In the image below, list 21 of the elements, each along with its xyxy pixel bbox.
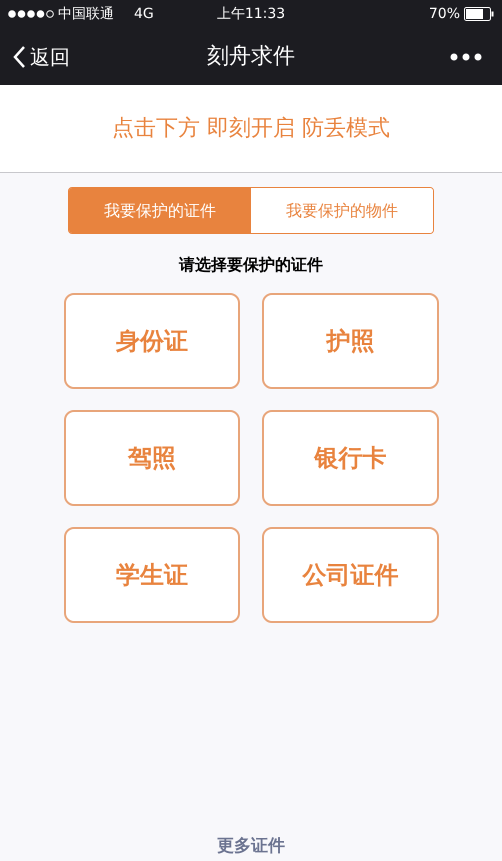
battery-icon — [464, 7, 494, 21]
clock-time: 上午11:33 — [216, 4, 286, 24]
chevron-left-icon — [12, 44, 26, 68]
battery-percent: 70% — [428, 4, 460, 24]
document-option[interactable]: 公司证件 — [262, 527, 438, 623]
carrier-name: 中国联通 — [58, 4, 114, 24]
document-option[interactable]: 身份证 — [64, 293, 240, 389]
tab[interactable]: 我要保护的证件 — [69, 188, 251, 233]
prompt-text: 请选择要保护的证件 — [179, 254, 323, 276]
network-type: 4G — [134, 4, 154, 24]
document-option[interactable]: 驾照 — [64, 410, 240, 506]
page-title: 刻舟求件 — [207, 43, 295, 71]
more-documents-link[interactable]: 更多证件 — [217, 834, 285, 859]
signal-icon — [8, 10, 54, 18]
banner-text: 点击下方 即刻开启 防丢模式 — [112, 115, 390, 143]
back-button[interactable]: 返回 — [12, 42, 70, 72]
document-option[interactable]: 银行卡 — [262, 410, 438, 506]
document-option[interactable]: 护照 — [262, 293, 438, 389]
tab[interactable]: 我要保护的物件 — [251, 188, 433, 233]
document-option[interactable]: 学生证 — [64, 527, 240, 623]
more-icon — [450, 52, 482, 60]
